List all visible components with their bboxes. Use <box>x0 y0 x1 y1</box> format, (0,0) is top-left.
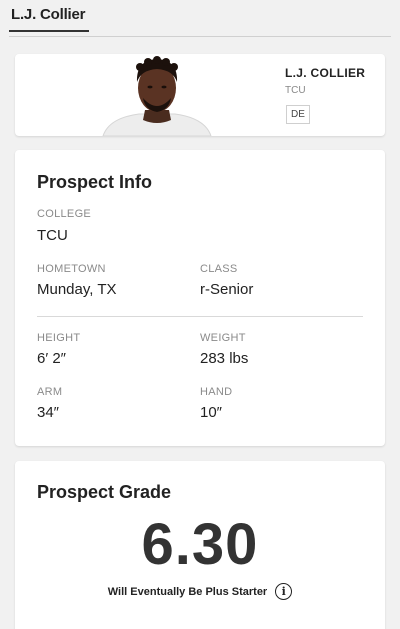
prospect-info-card: Prospect Info COLLEGE TCU HOMETOWN Munda… <box>15 150 385 446</box>
arm-value: 34″ <box>37 404 59 421</box>
college-label: COLLEGE <box>37 208 92 220</box>
class-value: r-Senior <box>200 281 254 298</box>
height-label: HEIGHT <box>37 332 81 344</box>
tab-bar: L.J. Collier <box>0 0 400 38</box>
player-name: L.J. COLLIER <box>285 66 366 80</box>
position-badge: DE <box>286 105 310 124</box>
college-value: TCU <box>37 227 68 244</box>
hometown-label: HOMETOWN <box>37 263 106 275</box>
player-header-card: L.J. COLLIER TCU DE <box>15 54 385 136</box>
tab-label: L.J. Collier <box>11 6 86 23</box>
weight-label: WEIGHT <box>200 332 246 344</box>
arm-label: ARM <box>37 386 63 398</box>
player-school: TCU <box>285 85 306 96</box>
hand-value: 10″ <box>200 404 222 421</box>
tab-player[interactable]: L.J. Collier <box>9 0 89 32</box>
grade-description-row: Will Eventually Be Plus Starter i <box>15 583 385 600</box>
tab-divider <box>9 36 391 37</box>
grade-value: 6.30 <box>141 512 259 577</box>
hand-label: HAND <box>200 386 233 398</box>
prospect-info-title: Prospect Info <box>37 172 153 192</box>
info-circle-icon[interactable]: i <box>275 583 293 600</box>
grade-description: Will Eventually Be Plus Starter <box>107 585 268 598</box>
player-photo <box>99 54 215 136</box>
height-value: 6′ 2″ <box>37 350 66 367</box>
hometown-value: Munday, TX <box>37 281 117 298</box>
weight-value: 283 lbs <box>200 350 249 367</box>
info-divider <box>37 316 363 317</box>
class-label: CLASS <box>200 263 238 275</box>
prospect-grade-card: Prospect Grade 6.30 Will Eventually Be P… <box>15 461 385 629</box>
prospect-grade-title: Prospect Grade <box>37 482 172 502</box>
